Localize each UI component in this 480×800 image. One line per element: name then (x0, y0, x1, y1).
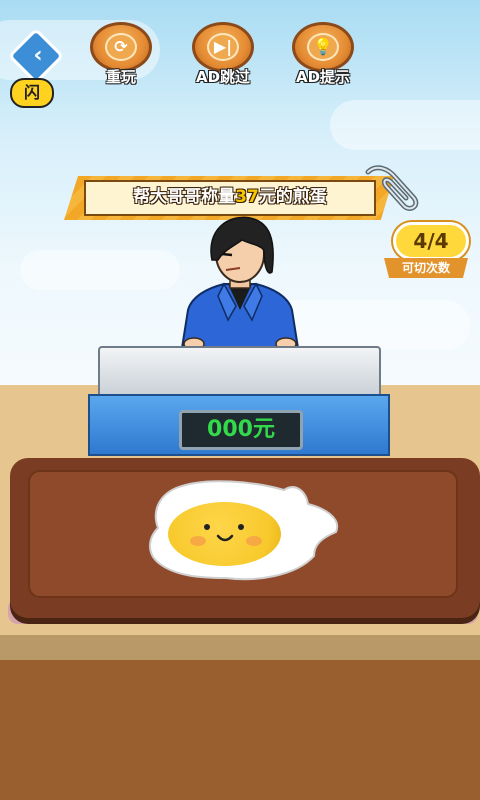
smile (216, 534, 234, 542)
egg-yolk[interactable] (168, 502, 281, 566)
scale-display: 000元 (179, 410, 303, 450)
replay-label: 重玩 (105, 68, 136, 86)
skip-icon: ▶| (207, 33, 239, 61)
ad-hint-button[interactable]: 💡 (292, 22, 354, 72)
back-arrow-icon[interactable]: ‹ (24, 41, 52, 71)
big-brother-character (180, 216, 300, 350)
lightbulb-icon: 💡 (307, 33, 339, 61)
replay-button[interactable]: ⟳ (90, 22, 152, 72)
counter-front (0, 660, 480, 800)
counter-edge (0, 635, 480, 660)
left-blush (190, 536, 206, 546)
scale-platform (98, 346, 381, 398)
cut-counter-label: 可切次数 (384, 258, 468, 278)
ad-skip-label: AD跳过 (195, 68, 251, 86)
ad-skip-button[interactable]: ▶| (192, 22, 254, 72)
left-eye (204, 524, 210, 530)
right-eye (238, 524, 244, 530)
right-blush (246, 536, 262, 546)
cut-counter: 4/4 (393, 222, 469, 260)
paperclip-icon (365, 165, 419, 211)
replay-icon: ⟳ (105, 33, 137, 61)
ad-hint-label: AD提示 (295, 68, 351, 86)
flash-badge[interactable]: 闪 (10, 78, 54, 108)
